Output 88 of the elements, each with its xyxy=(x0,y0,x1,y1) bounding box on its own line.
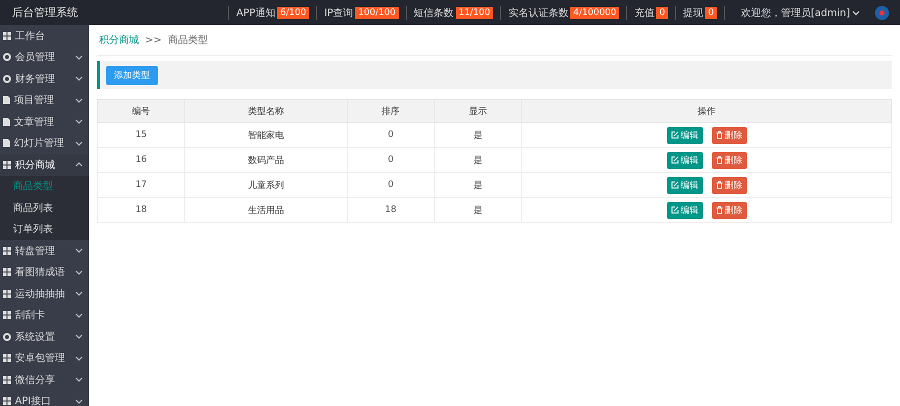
table-cell: 0 xyxy=(347,148,434,172)
table-cell: 18 xyxy=(347,198,434,222)
caret-icon xyxy=(852,10,860,16)
stat-label: APP通知 xyxy=(236,6,276,20)
stat-label: 充值 xyxy=(634,6,654,20)
stat-label: 实名认证条数 xyxy=(508,6,568,20)
breadcrumb-current: 商品类型 xyxy=(168,34,208,47)
trash-icon xyxy=(716,156,723,164)
sidebar-subitem[interactable]: 商品类型 xyxy=(0,176,89,197)
user-menu[interactable]: 欢迎您，管理员[admin] xyxy=(724,6,868,20)
stat-count: 4/100000 xyxy=(570,6,620,18)
trash-icon xyxy=(716,206,723,214)
edit-icon xyxy=(670,206,679,214)
table-cell: 儿童系列 xyxy=(184,172,348,198)
stat-count: 0 xyxy=(656,6,668,18)
table-cell: 智能家电 xyxy=(184,122,348,148)
sidebar-item[interactable]: 工作台 xyxy=(0,25,89,46)
sidebar-item[interactable]: 系统设置 xyxy=(0,326,89,348)
sidebar-item[interactable]: 看图猜成语 xyxy=(0,262,89,283)
grid-icon xyxy=(3,246,11,255)
sidebar-item[interactable]: 刮刮卡 xyxy=(0,304,89,326)
table-cell: 18 xyxy=(98,198,185,222)
stat-count: 6/100 xyxy=(277,6,310,18)
edit-icon xyxy=(670,156,679,164)
sidebar-subitem[interactable]: 商品列表 xyxy=(0,197,89,218)
delete-button[interactable]: 删除 xyxy=(712,152,747,168)
settings-icon xyxy=(3,74,11,83)
stat-label: IP查询 xyxy=(324,6,354,20)
grid-icon xyxy=(3,290,11,298)
document-icon xyxy=(3,96,10,104)
edit-button[interactable]: 编辑 xyxy=(666,126,703,144)
column-header: 显示 xyxy=(434,100,522,122)
grid-icon xyxy=(3,311,11,320)
trash-icon xyxy=(716,181,723,189)
table-cell: 0 xyxy=(347,172,434,198)
settings-icon xyxy=(3,332,11,341)
sidebar-item[interactable]: 文章管理 xyxy=(0,111,89,132)
table-cell: 是 xyxy=(434,198,522,222)
sidebar-item[interactable]: API接口 xyxy=(0,390,89,406)
edit-button[interactable]: 编辑 xyxy=(666,176,703,194)
grid-icon xyxy=(3,354,11,362)
breadcrumb-separator: >> xyxy=(145,34,162,46)
document-icon xyxy=(3,118,10,126)
edit-button[interactable]: 编辑 xyxy=(666,152,703,168)
edit-icon xyxy=(670,131,679,139)
delete-button[interactable]: 删除 xyxy=(712,126,747,144)
table-cell: 是 xyxy=(434,148,522,172)
sidebar-item[interactable]: 幻灯片管理 xyxy=(0,132,89,154)
table-cell: 生活用品 xyxy=(184,198,348,222)
table-cell: 是 xyxy=(434,122,522,148)
breadcrumb-link[interactable]: 积分商城 xyxy=(99,33,139,47)
grid-icon xyxy=(3,160,11,169)
delete-button[interactable]: 删除 xyxy=(712,202,747,218)
edit-icon xyxy=(670,181,679,189)
delete-button[interactable]: 删除 xyxy=(712,176,747,194)
stat-count: 100/100 xyxy=(355,6,399,18)
column-header: 排序 xyxy=(347,100,434,122)
grid-icon xyxy=(3,268,11,276)
document-icon xyxy=(3,139,10,148)
sidebar-item[interactable]: 运动抽抽抽 xyxy=(0,283,89,304)
table-cell: 17 xyxy=(98,172,185,198)
table-cell: 15 xyxy=(98,122,185,148)
stat-count: 11/100 xyxy=(456,6,494,18)
stat-count: 0 xyxy=(705,6,717,18)
table-cell: 0 xyxy=(347,122,434,148)
sidebar-item[interactable]: 财务管理 xyxy=(0,68,89,90)
stat-label: 提现 xyxy=(683,6,704,20)
table-cell: 是 xyxy=(434,172,522,198)
app-title: 后台管理系统 xyxy=(12,5,78,20)
sidebar-item[interactable]: 安卓包管理 xyxy=(0,348,89,369)
trash-icon xyxy=(716,131,723,139)
sidebar-item[interactable]: 转盘管理 xyxy=(0,240,89,262)
settings-icon xyxy=(3,53,11,62)
sidebar-item[interactable]: 微信分享 xyxy=(0,369,89,390)
stat-label: 短信条数 xyxy=(414,6,454,20)
grid-icon xyxy=(3,397,11,406)
sidebar-item[interactable]: 会员管理 xyxy=(0,46,89,68)
column-header: 操作 xyxy=(522,100,892,122)
grid-icon xyxy=(3,376,11,384)
sidebar-item[interactable]: 项目管理 xyxy=(0,90,89,111)
avatar-icon[interactable] xyxy=(874,4,890,20)
table-cell: 数码产品 xyxy=(184,148,348,172)
sidebar-subitem[interactable]: 订单列表 xyxy=(0,218,89,240)
table-cell: 16 xyxy=(98,148,185,172)
edit-button[interactable]: 编辑 xyxy=(666,202,703,218)
column-header: 类型名称 xyxy=(184,100,348,122)
grid-icon xyxy=(3,32,11,40)
column-header: 编号 xyxy=(98,100,185,122)
